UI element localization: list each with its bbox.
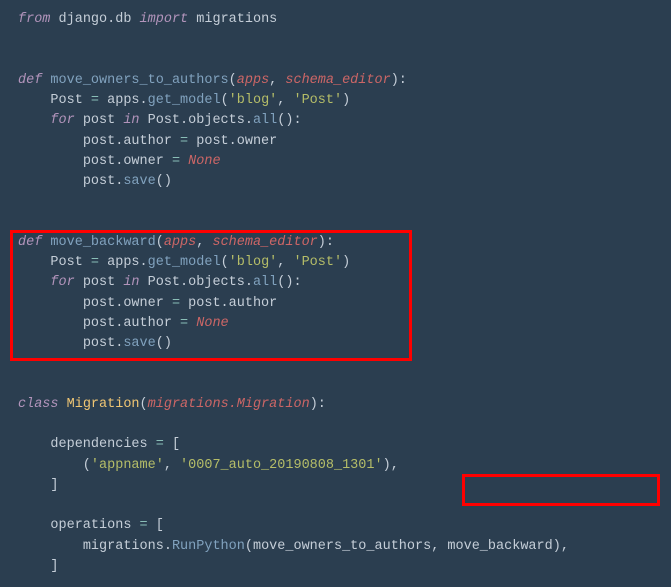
kw-in: in <box>123 275 139 290</box>
module-path: django.db <box>59 12 132 27</box>
none-literal: None <box>196 316 228 331</box>
method: all <box>253 275 277 290</box>
code-text: post.author <box>180 296 277 311</box>
kw-for: for <box>50 113 74 128</box>
string: 'appname' <box>91 458 164 473</box>
code-text: apps. <box>99 93 148 108</box>
string: 'blog' <box>229 255 278 270</box>
kw-from: from <box>18 12 50 27</box>
bracket: ] <box>50 559 58 574</box>
op: = <box>91 255 99 270</box>
method: save <box>123 336 155 351</box>
bracket: [ <box>148 518 164 533</box>
method: RunPython <box>172 539 245 554</box>
base-class: migrations.Migration <box>148 397 310 412</box>
code-text: Post.objects. <box>140 275 253 290</box>
op: = <box>156 437 164 452</box>
method: get_model <box>148 93 221 108</box>
code-text: post.author <box>83 316 180 331</box>
code-text: post <box>75 275 124 290</box>
param: schema_editor <box>212 235 317 250</box>
param: apps <box>237 73 269 88</box>
string: 'Post' <box>293 93 342 108</box>
op: = <box>180 316 188 331</box>
class-name: Migration <box>67 397 140 412</box>
bracket: [ <box>164 437 180 452</box>
method: all <box>253 113 277 128</box>
arg: move_owners_to_authors <box>253 539 431 554</box>
param: schema_editor <box>285 73 390 88</box>
code-text: Post <box>50 93 91 108</box>
op: = <box>180 134 188 149</box>
code-block: from django.db import migrations def mov… <box>0 0 671 587</box>
op: = <box>140 518 148 533</box>
code-text: post.author <box>83 134 180 149</box>
bracket: ] <box>50 478 58 493</box>
string: 'Post' <box>293 255 342 270</box>
none-literal: None <box>188 154 220 169</box>
code-text: post <box>75 113 124 128</box>
code-text: dependencies <box>50 437 155 452</box>
arg: move_backward <box>447 539 552 554</box>
kw-import: import <box>140 12 189 27</box>
param: apps <box>164 235 196 250</box>
code-text: migrations. <box>83 539 172 554</box>
kw-class: class <box>18 397 59 412</box>
code-text: Post.objects. <box>140 113 253 128</box>
code-text: post.owner <box>188 134 277 149</box>
string: 'blog' <box>229 93 278 108</box>
func-name: move_owners_to_authors <box>50 73 228 88</box>
op: = <box>172 296 180 311</box>
code-text: post.owner <box>83 296 172 311</box>
kw-in: in <box>123 113 139 128</box>
func-name: move_backward <box>50 235 155 250</box>
string: '0007_auto_20190808_1301' <box>180 458 383 473</box>
code-text: post.owner <box>83 154 172 169</box>
method: save <box>123 174 155 189</box>
code-text: operations <box>50 518 139 533</box>
kw-def: def <box>18 73 42 88</box>
op: = <box>91 93 99 108</box>
code-text: apps. <box>99 255 148 270</box>
kw-for: for <box>50 275 74 290</box>
code-text: Post <box>50 255 91 270</box>
module-name: migrations <box>196 12 277 27</box>
method: get_model <box>148 255 221 270</box>
code-text: post. <box>83 174 124 189</box>
code-text: post. <box>83 336 124 351</box>
op: = <box>172 154 180 169</box>
kw-def: def <box>18 235 42 250</box>
